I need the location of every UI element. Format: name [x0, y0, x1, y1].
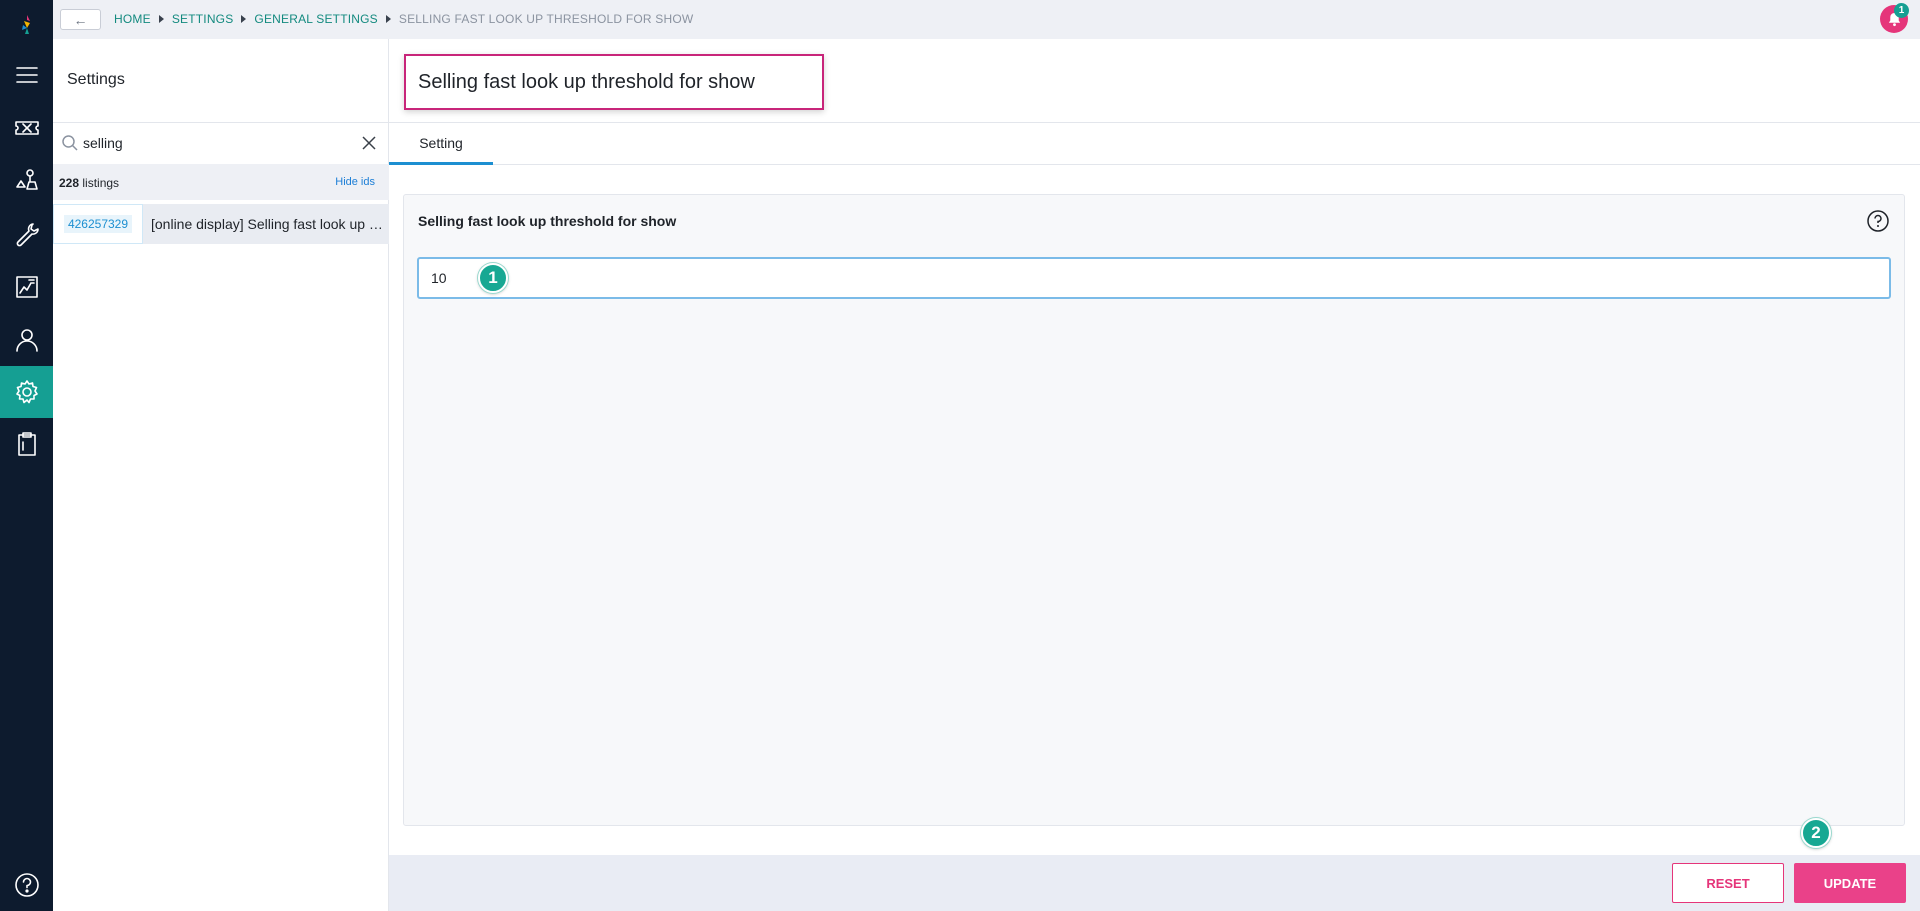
result-text: [online display] Selling fast look up th… [151, 216, 383, 232]
clear-search-icon[interactable] [361, 135, 377, 151]
help-nav[interactable] [0, 859, 53, 911]
threshold-input[interactable] [417, 257, 1891, 299]
scale-icon [15, 169, 38, 190]
settings-list-panel: Settings 228 listings Hide ids 426257329… [53, 39, 389, 911]
tools-nav[interactable] [0, 208, 53, 260]
notification-count-badge: 1 [1894, 3, 1909, 18]
tab-bar: Setting [389, 123, 1920, 165]
breadcrumb-current: SELLING FAST LOOK UP THRESHOLD FOR SHOW [398, 12, 694, 26]
ticket-icon [14, 121, 39, 135]
user-icon [15, 329, 38, 352]
setting-label: Selling fast look up threshold for show [418, 213, 677, 229]
arrow-left-icon: ← [73, 11, 88, 28]
list-item[interactable]: 426257329 [online display] Selling fast … [53, 204, 389, 244]
listings-count-label: listings [79, 176, 120, 190]
tab-setting[interactable]: Setting [389, 123, 493, 165]
listings-count-number: 228 [59, 176, 80, 190]
help-icon [14, 873, 39, 897]
breadcrumb: HOME SETTINGS GENERAL SETTINGS SELLING F… [114, 12, 693, 26]
reset-button[interactable]: RESET [1672, 863, 1784, 903]
pricing-nav[interactable] [0, 155, 53, 207]
breadcrumb-separator-icon [241, 15, 247, 23]
search-input[interactable] [83, 132, 343, 154]
breadcrumb-settings[interactable]: SETTINGS [172, 12, 234, 26]
clipboard-icon [17, 432, 36, 456]
back-button[interactable]: ← [60, 9, 101, 30]
step-badge-1: 1 [478, 263, 508, 293]
breadcrumb-home[interactable]: HOME [114, 12, 151, 26]
search-icon [61, 134, 79, 152]
breadcrumb-general-settings[interactable]: GENERAL SETTINGS [254, 12, 377, 26]
breadcrumb-separator-icon [158, 15, 164, 23]
icon-rail [0, 0, 53, 911]
result-id: 426257329 [63, 215, 133, 233]
breadcrumb-separator-icon [385, 15, 391, 23]
question-circle-icon[interactable] [1866, 209, 1890, 233]
top-bar: ← HOME SETTINGS GENERAL SETTINGS SELLING… [53, 0, 1920, 39]
action-footer: RESET UPDATE [389, 855, 1920, 911]
update-button[interactable]: UPDATE [1794, 863, 1906, 903]
step-badge-2: 2 [1801, 818, 1831, 848]
setting-card: Selling fast look up threshold for show … [403, 194, 1905, 826]
menu-icon [15, 67, 38, 83]
reports-nav[interactable] [0, 261, 53, 313]
gear-icon [15, 380, 38, 404]
listings-bar: 228 listings Hide ids [53, 164, 389, 200]
brand-logo-icon[interactable] [0, 0, 53, 52]
users-nav[interactable] [0, 314, 53, 366]
setting-content: Selling fast look up threshold for show … [389, 166, 1920, 855]
result-id-badge: 426257329 [53, 204, 143, 244]
main-content: Selling fast look up threshold for show … [389, 39, 1920, 911]
listings-count: 228 listings [59, 176, 119, 190]
panel-title: Settings [67, 71, 125, 88]
settings-nav[interactable] [0, 366, 53, 418]
orders-nav[interactable] [0, 418, 53, 470]
report-icon [15, 276, 38, 298]
hide-ids-link[interactable]: Hide ids [335, 176, 375, 188]
wrench-icon [16, 223, 39, 247]
page-title: Selling fast look up threshold for show [418, 70, 755, 93]
menu-button[interactable] [0, 49, 53, 101]
search-row [53, 123, 389, 164]
page-title-box: Selling fast look up threshold for show [404, 54, 824, 110]
page-header: Selling fast look up threshold for show [389, 39, 1920, 123]
tickets-nav[interactable] [0, 102, 53, 154]
